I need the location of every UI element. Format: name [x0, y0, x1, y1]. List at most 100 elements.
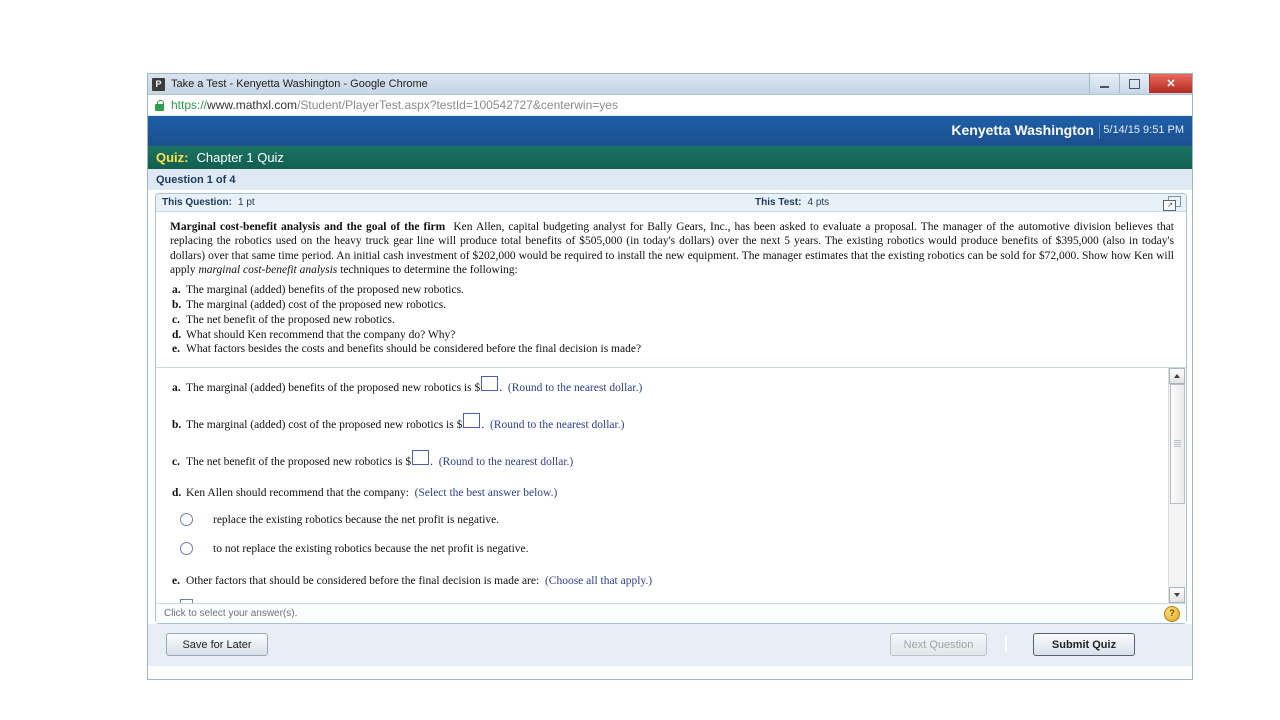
this-question-value: 1 pt [238, 197, 255, 208]
stem-title: Marginal cost-benefit analysis and the g… [170, 221, 446, 233]
quiz-title-bar: Quiz: Chapter 1 Quiz [148, 146, 1192, 169]
screen-root: Document Compatibility Mode - Word _ □ ✕… [0, 0, 1280, 720]
answer-input-b[interactable] [463, 413, 481, 429]
part-letter: c. [172, 313, 180, 326]
address-bar[interactable]: https://www.mathxl.com/Student/PlayerTes… [148, 95, 1192, 116]
answer-hint: (Round to the nearest dollar.) [438, 456, 574, 469]
answer-row-b: b. The marginal (added) cost of the prop… [172, 413, 1156, 431]
submit-quiz-button[interactable]: Submit Quiz [1033, 633, 1135, 657]
this-test-label: This Test: [755, 197, 802, 208]
part-letter: b. [172, 298, 182, 311]
quiz-label: Quiz: [156, 150, 189, 165]
scroll-up-button[interactable] [1169, 368, 1185, 385]
scroll-down-button[interactable] [1169, 587, 1185, 604]
answer-period: . [430, 456, 434, 469]
answer-area: a. The marginal (added) benefits of the … [156, 367, 1186, 604]
radio-option-label: replace the existing robotics because th… [213, 513, 500, 526]
answer-letter: c. [172, 456, 180, 469]
answer-input-c[interactable] [412, 450, 430, 466]
answer-hint: (Choose all that apply.) [544, 575, 653, 588]
footer-toolbar: Save for Later Next Question Submit Quiz [148, 624, 1192, 667]
radio-option-label: to not replace the existing robotics bec… [213, 542, 529, 555]
answer-text: Other factors that should be considered … [186, 575, 540, 588]
lock-icon [154, 99, 165, 111]
part-letter: d. [172, 328, 182, 341]
part-letter: a. [172, 284, 181, 297]
answer-text: The marginal (added) cost of the propose… [186, 419, 463, 432]
answer-text: The net benefit of the proposed new robo… [186, 456, 412, 469]
browser-titlebar: P Take a Test - Kenyetta Washington - Go… [148, 74, 1192, 95]
browser-window: P Take a Test - Kenyetta Washington - Go… [148, 74, 1192, 679]
part-text: The marginal (added) benefits of the pro… [186, 284, 464, 297]
part-text: The net benefit of the proposed new robo… [186, 313, 395, 326]
answer-period: . [481, 419, 485, 432]
radio-option-1[interactable]: replace the existing robotics because th… [172, 513, 1156, 527]
help-question-icon[interactable]: ? [1164, 606, 1180, 623]
status-text: Click to select your answer(s). [164, 608, 298, 620]
answer-row-c: c. The net benefit of the proposed new r… [172, 450, 1156, 468]
maximize-restore-button[interactable] [1119, 74, 1149, 93]
question-stem: Marginal cost-benefit analysis and the g… [156, 212, 1186, 279]
part-letter: e. [172, 343, 180, 356]
part-text: The marginal (added) cost of the propose… [186, 298, 447, 311]
quiz-title: Chapter 1 Quiz [196, 150, 284, 165]
answer-list: a. The marginal (added) benefits of the … [156, 368, 1186, 604]
header-datetime: 5/14/15 9:51 PM [1103, 124, 1184, 136]
question-points-bar: This Question: 1 pt This Test: 4 pts ↗ [156, 194, 1186, 212]
minimize-button[interactable] [1089, 74, 1119, 93]
question-part: d. What should Ken recommend that the co… [172, 328, 1174, 343]
answer-letter: d. [172, 487, 182, 500]
mathxl-app: Kenyetta Washington 5/14/15 9:51 PM Quiz… [148, 116, 1192, 667]
question-part: e. What factors besides the costs and be… [172, 342, 1174, 357]
answer-scrollbar[interactable] [1168, 368, 1185, 604]
radio-button-icon[interactable] [180, 513, 193, 527]
answer-hint: (Round to the nearest dollar.) [489, 419, 625, 432]
answer-letter: e. [172, 575, 180, 588]
answer-hint: (Round to the nearest dollar.) [507, 382, 643, 395]
stem-italic-phrase: marginal cost-benefit analysis [198, 263, 338, 276]
answer-text: The marginal (added) benefits of the pro… [186, 382, 481, 395]
part-text: What factors besides the costs and benef… [186, 343, 642, 356]
radio-button-icon[interactable] [180, 542, 193, 556]
question-nav: Question 1 of 4 [148, 169, 1192, 190]
window-title: Take a Test - Kenyetta Washington - Goog… [171, 78, 428, 90]
user-name: Kenyetta Washington [951, 122, 1094, 138]
answer-row-e: e. Other factors that should be consider… [172, 575, 1156, 587]
url-path: /Student/PlayerTest.aspx?testId=10054272… [297, 98, 618, 112]
answer-row-d: d. Ken Allen should recommend that the c… [172, 487, 1156, 499]
answer-row-a: a. The marginal (added) benefits of the … [172, 376, 1156, 394]
favicon: P [152, 77, 165, 91]
question-part: a. The marginal (added) benefits of the … [172, 283, 1174, 298]
close-icon: ✕ [1166, 78, 1176, 90]
url-scheme: https:// [171, 98, 208, 112]
question-part: c. The net benefit of the proposed new r… [172, 313, 1174, 328]
popout-window-icon[interactable]: ↗ [1162, 196, 1182, 212]
app-header: Kenyetta Washington 5/14/15 9:51 PM [148, 116, 1192, 146]
question-panel: This Question: 1 pt This Test: 4 pts ↗ M… [155, 193, 1187, 625]
answer-hint: (Select the best answer below.) [414, 487, 558, 500]
part-text: What should Ken recommend that the compa… [186, 328, 456, 341]
stem-body-2: techniques to determine the following: [337, 263, 518, 276]
answer-period: . [499, 382, 503, 395]
answer-input-a[interactable] [481, 376, 499, 392]
url-text: https://www.mathxl.com/Student/PlayerTes… [171, 98, 618, 112]
question-part: b. The marginal (added) cost of the prop… [172, 298, 1174, 313]
window-controls: ✕ [1089, 74, 1192, 94]
header-divider [1099, 123, 1100, 139]
answer-letter: a. [172, 382, 181, 395]
next-question-button[interactable]: Next Question [890, 633, 987, 657]
answer-text: Ken Allen should recommend that the comp… [186, 487, 409, 500]
question-parts-list: a. The marginal (added) benefits of the … [156, 279, 1186, 365]
scrollbar-thumb[interactable] [1170, 384, 1185, 505]
close-button[interactable]: ✕ [1149, 74, 1192, 93]
url-host: www.mathxl.com [207, 98, 298, 112]
this-question-label: This Question: [162, 197, 232, 208]
question-counter: Question 1 of 4 [156, 173, 236, 186]
this-test-group: This Test: 4 pts [749, 194, 829, 211]
answer-status-bar: Click to select your answer(s). ? [156, 603, 1186, 624]
save-for-later-button[interactable]: Save for Later [166, 633, 268, 657]
answer-letter: b. [172, 419, 182, 432]
this-test-value: 4 pts [807, 197, 830, 208]
radio-option-2[interactable]: to not replace the existing robotics bec… [172, 542, 1156, 556]
scrollbar-track[interactable] [1169, 384, 1185, 588]
